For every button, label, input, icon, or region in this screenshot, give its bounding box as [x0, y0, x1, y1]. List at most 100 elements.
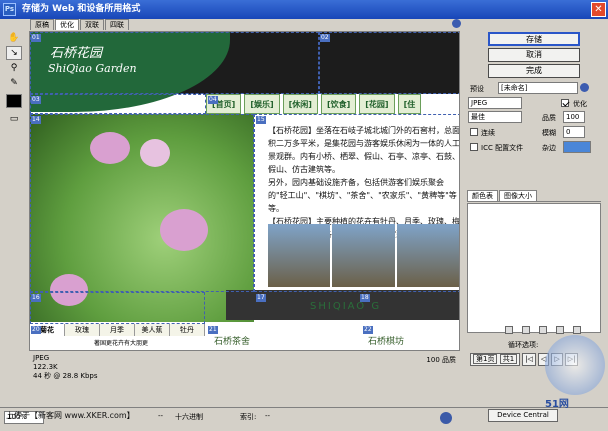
tab-color-table[interactable]: 颜色表: [467, 190, 498, 201]
hex-value: --: [158, 412, 164, 420]
color-table-panel: [467, 203, 601, 333]
tab-2up[interactable]: 双联: [80, 19, 104, 30]
slice-label[interactable]: 01: [31, 34, 41, 42]
hex-label: 十六进制: [175, 413, 203, 421]
site-nav: [首页] [娱乐] [休闲] [饮食] [花园] [住: [206, 94, 424, 114]
device-central-button[interactable]: Device Central: [488, 409, 558, 422]
flower-tab-chinese-rose[interactable]: 月季: [100, 324, 135, 336]
slice-outline: [30, 32, 319, 94]
optimize-menu-icon[interactable]: [580, 83, 589, 92]
watermark-text: 51网: [545, 399, 569, 410]
chess-house: 石桥棋坊: [364, 330, 459, 350]
lower-caption: 著国更花卉有大朋更: [94, 340, 149, 347]
flower-tab-peony[interactable]: 牡丹: [170, 324, 205, 336]
first-frame-button[interactable]: |◁: [522, 353, 536, 366]
index-label: 索引:: [240, 413, 257, 421]
nav-entertainment[interactable]: [娱乐]: [244, 94, 280, 114]
continuous-checkbox[interactable]: [470, 128, 478, 136]
slice-label[interactable]: 15: [256, 116, 266, 124]
color-table-buttons: [505, 326, 581, 334]
close-button[interactable]: ✕: [591, 2, 606, 17]
blur-label: 模糊: [542, 129, 556, 137]
nav-food[interactable]: [饮食]: [320, 94, 357, 114]
preset-select[interactable]: [未命名]: [498, 82, 578, 94]
continuous-label: 连续: [481, 129, 495, 137]
nav-garden[interactable]: [花园]: [359, 94, 395, 114]
format-select[interactable]: JPEG: [468, 97, 522, 109]
info-format: JPEG: [33, 354, 50, 362]
save-button[interactable]: 存储: [488, 32, 580, 46]
loop-label: 循环选项:: [508, 341, 539, 349]
add-color-icon[interactable]: [556, 326, 564, 334]
slice-label[interactable]: 14: [31, 116, 41, 124]
view-tabs: 原稿 优化 双联 四联: [30, 19, 130, 30]
index-value: --: [265, 412, 271, 420]
frame-label: 第1页: [473, 354, 498, 364]
frame-of-label: 共1: [499, 354, 518, 364]
slice-label[interactable]: 18: [360, 294, 370, 302]
slice-label[interactable]: 20: [31, 326, 41, 334]
slice-select-icon[interactable]: ↘: [6, 46, 22, 60]
eyedropper-color-swatch[interactable]: [6, 94, 22, 108]
lock-icon[interactable]: [539, 326, 547, 334]
tea-house: 石桥茶舍: [210, 330, 360, 350]
slice-label[interactable]: 17: [256, 294, 266, 302]
slice-outline: [30, 114, 254, 292]
preview-menu-icon[interactable]: [452, 19, 461, 28]
color-tabs: 颜色表 图像大小: [467, 190, 601, 202]
toggle-slices-icon[interactable]: ▭: [6, 112, 22, 126]
flower-tab-rose[interactable]: 玫瑰: [65, 324, 100, 336]
quality-input[interactable]: 100: [563, 111, 585, 123]
title-bar: Ps 存储为 Web 和设备所用格式 ✕: [0, 0, 608, 19]
optimize-info: JPEG 122.3K 44 秒 @ 28.8 Kbps 100 品质: [29, 352, 460, 384]
tab-optimized[interactable]: 优化: [55, 19, 79, 30]
slice-label[interactable]: 16: [31, 294, 41, 302]
frame-counter: 第1页 共1: [470, 353, 521, 366]
optimize-checkbox[interactable]: [561, 99, 569, 107]
info-size: 122.3K: [33, 363, 58, 371]
slice-outline: [30, 94, 206, 114]
preset-label: 预设: [470, 85, 484, 93]
optimize-label: 优化: [573, 100, 587, 108]
cancel-button[interactable]: 取消: [488, 48, 580, 62]
quality-preset-select[interactable]: 最佳: [468, 111, 522, 123]
info-speed: 44 秒 @ 28.8 Kbps: [33, 372, 98, 380]
optimize-info-left: JPEG 122.3K 44 秒 @ 28.8 Kbps: [33, 354, 98, 381]
footer-credit: 上传于【新客网 www.XKER.com】: [6, 411, 135, 420]
web-shift-icon[interactable]: [522, 326, 530, 334]
slice-label[interactable]: 04: [208, 96, 218, 104]
toolbox: ✋ ↘ ⚲ ✎ ▭: [4, 30, 24, 127]
browser-preview-icon[interactable]: [440, 412, 452, 424]
slice-outline: [254, 114, 459, 292]
watermark-logo: [545, 335, 605, 395]
map-icon[interactable]: [505, 326, 513, 334]
tab-image-size[interactable]: 图像大小: [499, 190, 537, 201]
done-button[interactable]: 完成: [488, 64, 580, 78]
zoom-icon[interactable]: ⚲: [6, 61, 22, 75]
nav-leisure[interactable]: [休闲]: [282, 94, 318, 114]
matte-label: 杂边: [542, 144, 556, 152]
icc-checkbox[interactable]: [470, 143, 478, 151]
blur-input[interactable]: 0: [563, 126, 585, 138]
slice-label[interactable]: 22: [363, 326, 373, 334]
slice-label[interactable]: 03: [31, 96, 41, 104]
flower-tab-canna[interactable]: 美人蕉: [135, 324, 170, 336]
icc-label: ICC 配置文件: [481, 144, 524, 152]
nav-stay[interactable]: [住: [397, 94, 422, 114]
slice-label[interactable]: 02: [320, 34, 330, 42]
tab-4up[interactable]: 四联: [105, 19, 129, 30]
shiqiao-text: SHIQIAO G: [310, 301, 382, 312]
preview-canvas[interactable]: 石桥花园 ShiQiao Garden [首页] [娱乐] [休闲] [饮食] …: [29, 31, 460, 351]
info-quality: 100 品质: [426, 356, 456, 364]
tab-original[interactable]: 原稿: [30, 19, 54, 30]
window-title: 存储为 Web 和设备所用格式: [22, 4, 141, 14]
quality-label: 品质: [542, 114, 556, 122]
hand-icon[interactable]: ✋: [6, 31, 22, 45]
eyedropper-icon[interactable]: ✎: [6, 76, 22, 90]
delete-icon[interactable]: [573, 326, 581, 334]
app-icon: Ps: [3, 3, 16, 16]
matte-select[interactable]: [563, 141, 591, 153]
flower-tabs: 菊花 玫瑰 月季 美人蕉 牡丹: [30, 324, 205, 336]
slice-outline: [30, 292, 205, 324]
slice-label[interactable]: 21: [208, 326, 218, 334]
